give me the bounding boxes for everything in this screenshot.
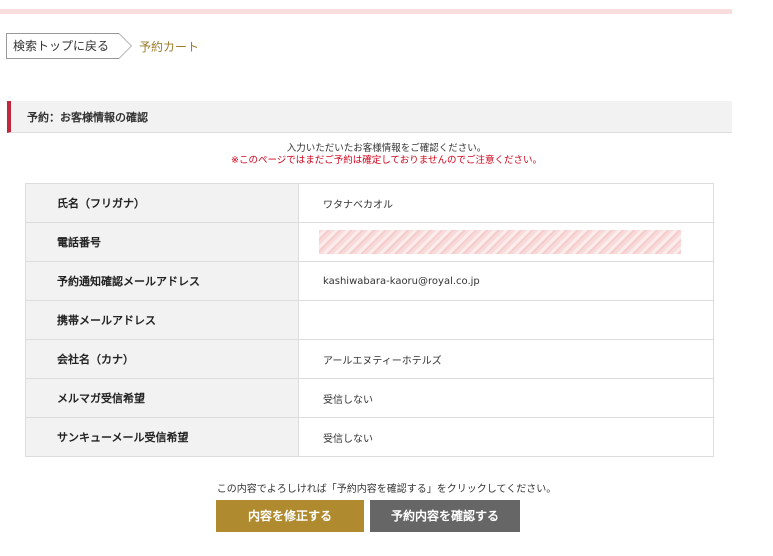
table-row: 電話番号	[25, 222, 714, 262]
row-value	[298, 300, 714, 340]
row-label: 氏名（フリガナ）	[25, 183, 299, 223]
table-row: 氏名（フリガナ） ワタナベカオル	[25, 183, 714, 223]
row-label: 携帯メールアドレス	[25, 300, 299, 340]
row-value: kashiwabara-kaoru@royal.co.jp	[298, 261, 714, 301]
edit-button[interactable]: 内容を修正する	[216, 500, 364, 532]
table-row: 予約通知確認メールアドレス kashiwabara-kaoru@royal.co…	[25, 261, 714, 301]
redacted-phone	[319, 230, 681, 254]
row-value: 受信しない	[298, 378, 714, 418]
section-header: 予約：お客様情報の確認	[7, 101, 732, 133]
confirm-instruction: この内容でよろしければ「予約内容を確認する」をクリックしてください。	[216, 484, 557, 495]
table-row: 会社名（カナ） アールエヌティーホテルズ	[25, 339, 714, 379]
row-label: サンキューメール受信希望	[25, 417, 299, 457]
row-value: 受信しない	[298, 417, 714, 457]
notice-warning: ※このページではまだご予約は確定しておりませんのでご注意ください。	[231, 155, 542, 166]
row-label: 予約通知確認メールアドレス	[25, 261, 299, 301]
section-title: 予約：お客様情報の確認	[27, 110, 148, 124]
back-to-search-link[interactable]: 検索トップに戻る	[6, 33, 133, 59]
breadcrumb: 検索トップに戻る 予約カート	[6, 33, 199, 59]
notice: 入力いただいたお客様情報をご確認ください。 ※このページではまだご予約は確定して…	[0, 143, 773, 167]
table-row: メルマガ受信希望 受信しない	[25, 378, 714, 418]
confirm-reservation-button[interactable]: 予約内容を確認する	[370, 500, 520, 532]
row-label: メルマガ受信希望	[25, 378, 299, 418]
row-value: ワタナベカオル	[298, 183, 714, 223]
breadcrumb-current: 予約カート	[139, 39, 200, 54]
top-accent-bar	[0, 9, 732, 14]
table-row: サンキューメール受信希望 受信しない	[25, 417, 714, 457]
notice-instruction: 入力いただいたお客様情報をご確認ください。	[286, 143, 487, 154]
phone-value	[298, 222, 714, 262]
row-label: 電話番号	[25, 222, 299, 262]
table-row: 携帯メールアドレス	[25, 300, 714, 340]
row-value: アールエヌティーホテルズ	[298, 339, 714, 379]
customer-info-table: 氏名（フリガナ） ワタナベカオル 電話番号 予約通知確認メールアドレス kash…	[25, 183, 714, 457]
row-label: 会社名（カナ）	[25, 339, 299, 379]
